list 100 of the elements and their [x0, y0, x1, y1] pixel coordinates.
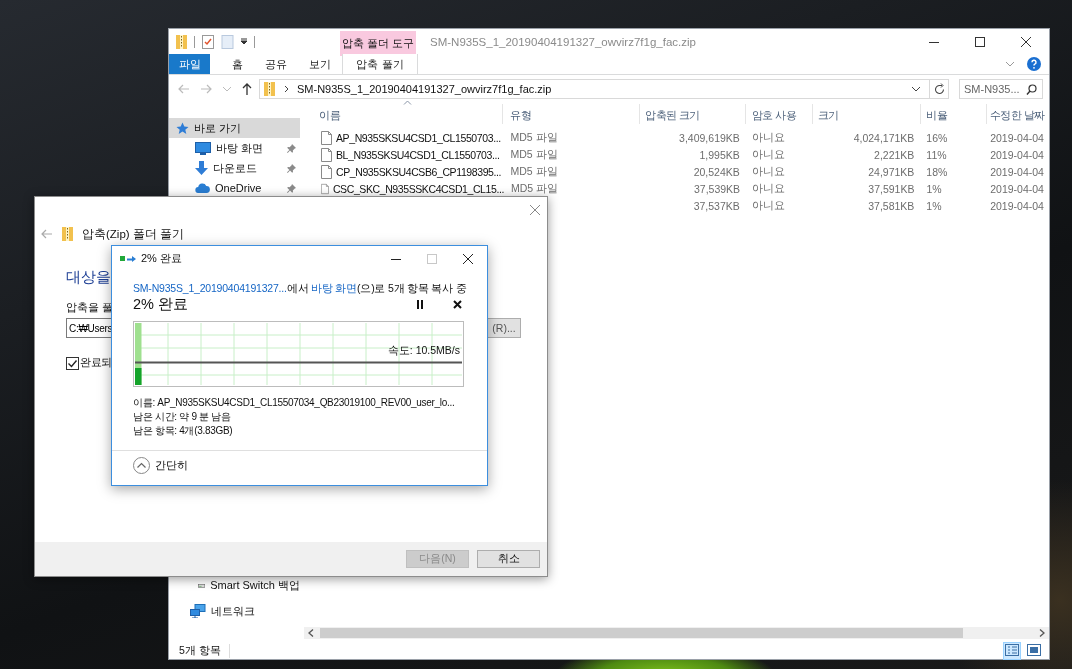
speed-label: 속도: 10.5MB/s — [387, 344, 460, 358]
modified-date: 2019-04-04 — [990, 165, 1044, 178]
checkbox-icon[interactable] — [66, 356, 79, 370]
file-icon — [321, 130, 332, 145]
compressed-size: 20,524KB — [693, 165, 740, 178]
fewer-details-button[interactable]: 간단히 — [133, 457, 188, 474]
show-files-checkbox[interactable]: 완료되 — [66, 356, 112, 370]
monitor-icon — [195, 141, 211, 155]
file-name: AP_N935SKSU4CSD1_CL1550703... — [336, 131, 501, 144]
nav-item[interactable]: 바로 가기 — [169, 118, 300, 138]
scrollbar-thumb[interactable] — [320, 628, 963, 638]
wizard-button[interactable]: 취소 — [477, 550, 540, 568]
ribbon-tab[interactable]: 보기 — [298, 54, 342, 74]
compression-ratio: 11% — [926, 148, 947, 161]
file-name: BL_N935SKSU4CSD1_CL1550703... — [336, 148, 500, 161]
column-header[interactable]: 크기 — [812, 104, 922, 124]
column-header[interactable]: 이름 — [304, 104, 504, 124]
file-size: 24,971KB — [868, 165, 915, 178]
password-status: 아니요 — [751, 164, 785, 177]
breadcrumb-item[interactable]: SM-N935S_1_20190404191327_owvirz7f1g_fac.zip — [297, 83, 552, 95]
ribbon-tab[interactable]: 홈 — [221, 54, 254, 74]
up-arrow-icon[interactable] — [242, 83, 252, 95]
password-status: 아니요 — [751, 130, 785, 143]
detail-text: 남은 시간: 약 9 분 남음 — [133, 410, 231, 424]
destination-link[interactable]: 바탕 화면 — [311, 282, 358, 294]
close-icon[interactable] — [1021, 36, 1031, 47]
file-size: 2,221KB — [874, 148, 915, 161]
zip-folder-icon — [61, 226, 74, 242]
ribbon-tab[interactable]: 압축 풀기 — [342, 54, 418, 74]
star-icon — [176, 121, 189, 135]
browse-button[interactable]: (R)... — [487, 318, 521, 338]
password-status: 아니요 — [751, 147, 785, 160]
modified-date: 2019-04-04 — [990, 199, 1044, 212]
compression-ratio: 16% — [926, 131, 948, 144]
search-icon[interactable] — [1026, 84, 1037, 95]
column-header[interactable]: 수정한 날짜 — [987, 104, 1049, 124]
properties-icon — [201, 33, 215, 50]
compression-ratio: 1% — [926, 182, 942, 195]
file-icon — [321, 164, 332, 179]
modified-date: 2019-04-04 — [990, 131, 1044, 144]
nav-item[interactable]: Smart Switch 백업 — [169, 575, 300, 595]
drive-icon — [198, 581, 206, 589]
network-icon — [190, 604, 206, 618]
close-icon[interactable] — [463, 253, 473, 264]
compression-ratio: 1% — [926, 199, 942, 212]
expand-ribbon-icon[interactable] — [1005, 61, 1015, 67]
zip-folder-icon — [263, 81, 276, 97]
file-type: MD5 파일 — [510, 130, 558, 143]
column-header[interactable]: 암호 사용 — [745, 104, 813, 124]
wizard-title: 압축(Zip) 폴더 풀기 — [82, 226, 185, 242]
horizontal-scrollbar[interactable] — [304, 627, 1049, 639]
copy-status-text: SM-N935S_1_20190404191327...에서 바탕 화면(으)로 5개 항목 복사 중 — [133, 281, 466, 295]
file-icon — [321, 181, 329, 196]
scroll-right-icon[interactable] — [1039, 629, 1045, 637]
nav-item[interactable]: 다운로드 — [169, 158, 300, 178]
file-size: 37,591KB — [868, 182, 915, 195]
column-header[interactable]: 압축된 크기 — [640, 104, 746, 124]
ribbon-tab[interactable]: 공유 — [254, 54, 298, 74]
download-arrow-icon — [195, 160, 208, 176]
file-type: MD5 파일 — [510, 164, 558, 177]
progress-heading: 2% 완료 — [133, 294, 188, 314]
customize-dropdown-icon[interactable] — [240, 37, 248, 46]
source-link[interactable]: SM-N935S_1_20190404191327... — [133, 282, 287, 294]
window-title: SM-N935S_1_20190404191327_owvirz7f1g_fac.zip — [429, 35, 696, 48]
help-icon[interactable] — [1027, 57, 1041, 71]
password-status: 아니요 — [751, 198, 785, 211]
large-icons-view-icon[interactable] — [1027, 643, 1041, 656]
zip-folder-icon — [175, 33, 188, 50]
compressed-size: 37,539KB — [694, 182, 741, 195]
file-type: MD5 파일 — [511, 181, 559, 194]
maximize-icon[interactable] — [975, 36, 985, 47]
compressed-size: 3,409,619KB — [679, 131, 740, 144]
nav-item[interactable]: 바탕 화면 — [169, 138, 300, 158]
collapse-icon[interactable] — [133, 457, 150, 474]
column-header[interactable]: 비율 — [921, 104, 987, 124]
address-bar[interactable]: SM-N935S_1_20190404191327_owvirz7f1g_fac.zip — [259, 79, 949, 99]
file-size: 4,024,171KB — [853, 131, 915, 144]
address-dropdown-icon[interactable] — [911, 86, 921, 92]
file-name: CSC_SKC_N935SSKC4CSD1_CL15... — [332, 182, 504, 195]
window-title: 2% 완료 — [141, 251, 182, 266]
detail-text: 이름: AP_N935SKSU4CSD1_CL15507034_QB23019100_REV00_user_lo... — [133, 396, 455, 410]
nav-item[interactable]: OneDrive — [169, 178, 300, 198]
compressed-size: 37,537KB — [693, 199, 740, 212]
field-label: 압축을 풀 — [66, 300, 113, 315]
cancel-icon[interactable] — [453, 299, 462, 309]
speed-bar — [135, 368, 142, 385]
refresh-icon[interactable] — [933, 83, 945, 95]
file-size: 37,581KB — [868, 199, 915, 212]
search-field[interactable]: SM-N935... — [959, 79, 1043, 99]
ribbon-tab[interactable]: 파일 — [169, 54, 210, 74]
modified-date: 2019-04-04 — [990, 148, 1044, 161]
details-view-icon[interactable] — [1005, 643, 1019, 656]
scroll-left-icon[interactable] — [308, 629, 314, 637]
nav-item[interactable]: 네트워크 — [169, 601, 300, 621]
breadcrumb-chevron-icon[interactable] — [284, 85, 289, 93]
pause-icon[interactable] — [416, 299, 424, 309]
column-header[interactable]: 유형 — [503, 104, 640, 124]
file-icon — [321, 147, 332, 162]
detail-text: 남은 항목: 4개(3.83GB) — [133, 424, 233, 438]
modified-date: 2019-04-04 — [990, 182, 1044, 195]
